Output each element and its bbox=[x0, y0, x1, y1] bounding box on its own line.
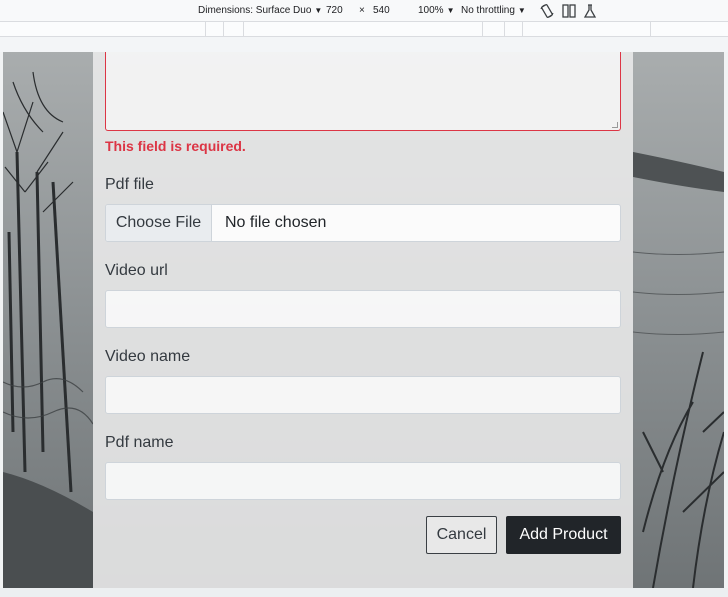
chevron-down-icon: ▼ bbox=[446, 6, 455, 15]
rotate-icon[interactable] bbox=[539, 3, 555, 19]
required-error-message: This field is required. bbox=[105, 138, 246, 154]
pdf-file-input[interactable]: Choose File No file chosen bbox=[105, 204, 621, 242]
throttling-label: No throttling bbox=[461, 5, 515, 16]
pdf-name-label: Pdf name bbox=[105, 434, 174, 451]
horizontal-scrollbar[interactable] bbox=[0, 588, 728, 597]
throttling-dropdown[interactable]: No throttling ▼ bbox=[461, 5, 526, 16]
pdf-file-label: Pdf file bbox=[105, 176, 154, 193]
description-textarea[interactable] bbox=[105, 52, 621, 131]
zoom-label: 100% bbox=[418, 5, 444, 16]
chevron-down-icon: ▼ bbox=[517, 6, 526, 15]
video-url-label: Video url bbox=[105, 262, 168, 279]
resize-grip-icon[interactable] bbox=[612, 122, 618, 128]
sensors-flask-icon[interactable] bbox=[582, 3, 598, 19]
device-viewport: This field is required. Pdf file Choose … bbox=[3, 52, 724, 588]
viewport-gutter bbox=[0, 37, 728, 52]
dimension-separator: × bbox=[359, 5, 365, 16]
zoom-dropdown[interactable]: 100% ▼ bbox=[418, 5, 455, 16]
dimensions-dropdown[interactable]: Dimensions: Surface Duo ▼ bbox=[198, 5, 322, 16]
viewport-height-field[interactable]: 540 bbox=[373, 5, 390, 16]
add-product-button[interactable]: Add Product bbox=[506, 516, 621, 554]
video-name-input[interactable] bbox=[105, 376, 621, 414]
video-name-label: Video name bbox=[105, 348, 191, 365]
file-status-text: No file chosen bbox=[225, 214, 327, 231]
device-ruler bbox=[0, 22, 728, 37]
choose-file-button[interactable]: Choose File bbox=[106, 205, 212, 241]
dual-screen-icon[interactable] bbox=[561, 3, 577, 19]
viewport-width-field[interactable]: 720 bbox=[326, 5, 343, 16]
video-url-input[interactable] bbox=[105, 290, 621, 328]
dimensions-label: Dimensions: Surface Duo bbox=[198, 5, 312, 16]
devtools-device-toolbar: Dimensions: Surface Duo ▼ 720 × 540 100% ▼… bbox=[0, 0, 728, 22]
chevron-down-icon: ▼ bbox=[314, 6, 323, 15]
pdf-name-input[interactable] bbox=[105, 462, 621, 500]
cancel-button[interactable]: Cancel bbox=[426, 516, 497, 554]
